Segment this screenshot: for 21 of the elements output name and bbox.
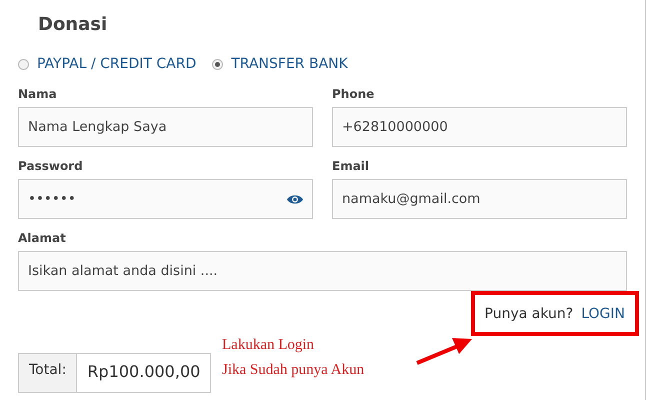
arrow-icon bbox=[414, 336, 474, 366]
input-field[interactable]: •••••• bbox=[18, 179, 313, 219]
section-title: Donasi bbox=[38, 14, 108, 37]
field-label: Nama bbox=[18, 87, 58, 101]
total-value: Rp100.000,00 bbox=[77, 353, 212, 393]
login-question: Punya akun? bbox=[484, 306, 574, 322]
eye-icon[interactable] bbox=[287, 194, 303, 204]
annotation-text: Jika Sudah punya Akun bbox=[222, 361, 364, 380]
payment-radio[interactable]: TRANSFER BANK bbox=[212, 56, 348, 72]
field-label: Email bbox=[332, 159, 370, 173]
input-field[interactable]: namaku@gmail.com bbox=[332, 179, 627, 219]
total-label: Total: bbox=[18, 353, 78, 393]
annotation-text: Lakukan Login bbox=[222, 336, 316, 355]
input-field[interactable]: +62810000000 bbox=[332, 107, 627, 147]
field-label: Password bbox=[18, 159, 84, 173]
input-field[interactable]: Nama Lengkap Saya bbox=[18, 107, 313, 147]
input-field[interactable]: Isikan alamat anda disini .... bbox=[18, 251, 627, 291]
field-label: Phone bbox=[332, 87, 376, 101]
payment-radio[interactable]: PAYPAL / CREDIT CARD bbox=[18, 56, 196, 72]
login-link[interactable]: LOGIN bbox=[581, 306, 625, 322]
field-label: Alamat bbox=[18, 231, 67, 245]
